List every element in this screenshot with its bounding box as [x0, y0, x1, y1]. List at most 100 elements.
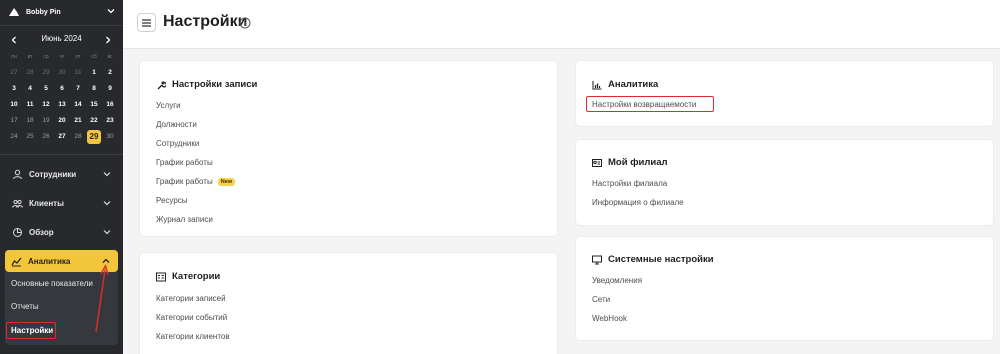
calendar-day[interactable]: 22	[87, 115, 101, 127]
brand-name: Bobby Pin	[26, 8, 61, 16]
brand-logo-icon	[9, 8, 19, 16]
people-icon	[12, 199, 23, 208]
calendar-day[interactable]: 21	[71, 115, 85, 127]
link-employees[interactable]: Сотрудники	[156, 139, 199, 148]
card-categories: Категории Категории записей Категории со…	[139, 252, 558, 354]
submenu-item-reports[interactable]: Отчеты	[11, 302, 39, 311]
calendar-day[interactable]: 25	[23, 131, 37, 143]
calendar-day[interactable]: 15	[87, 99, 101, 111]
card-my-branch: Мой филиал Настройки филиала Информация …	[575, 139, 994, 226]
sidebar-item-label: Сотрудники	[29, 169, 77, 179]
calendar-day[interactable]: 11	[23, 99, 37, 111]
calendar-day[interactable]: 4	[23, 83, 37, 95]
calendar-day[interactable]: 20	[55, 115, 69, 127]
calendar-day[interactable]: 30	[55, 67, 69, 79]
link-notifications[interactable]: Уведомления	[592, 276, 642, 285]
calendar-day[interactable]: 26	[39, 131, 53, 143]
calendar-day[interactable]: 24	[7, 131, 21, 143]
top-header: Настройки	[123, 0, 1000, 49]
info-icon[interactable]	[239, 17, 251, 29]
chevron-left-icon[interactable]	[10, 36, 18, 44]
calendar-day[interactable]: 10	[7, 99, 21, 111]
card-title-text: Системные настройки	[608, 254, 714, 265]
link-booking-journal[interactable]: Журнал записи	[156, 215, 213, 224]
card-title: Мой филиал	[592, 157, 668, 168]
calendar-day[interactable]: 3	[7, 83, 21, 95]
menu-toggle-button[interactable]	[137, 13, 156, 32]
link-work-schedule-new[interactable]: График работы New	[156, 177, 236, 186]
calendar-day[interactable]: 28	[71, 131, 85, 143]
page-title: Настройки	[163, 13, 248, 30]
link-resources[interactable]: Ресурсы	[156, 196, 188, 205]
link-event-categories[interactable]: Категории событий	[156, 313, 227, 322]
card-title-text: Мой филиал	[608, 157, 668, 168]
sidebar-item-employees[interactable]: Сотрудники	[0, 164, 123, 184]
calendar-day[interactable]: 29	[39, 67, 53, 79]
calendar-weekday: вс	[107, 54, 113, 60]
sidebar-item-label: Клиенты	[29, 198, 64, 208]
sidebar-item-label: Аналитика	[28, 256, 71, 266]
brand-switcher[interactable]: Bobby Pin	[0, 0, 123, 24]
calendar-day[interactable]: 6	[55, 83, 69, 95]
sidebar-item-overview[interactable]: Обзор	[0, 222, 123, 242]
card-title-text: Настройки записи	[172, 79, 258, 90]
calendar-day[interactable]: 18	[23, 115, 37, 127]
calendar-day[interactable]: 31	[71, 67, 85, 79]
hamburger-icon	[142, 18, 151, 27]
chevron-down-icon	[103, 230, 111, 235]
link-text: График работы	[156, 177, 213, 186]
chevron-down-icon[interactable]	[107, 7, 115, 15]
calendar-day[interactable]: 1	[87, 67, 101, 79]
divider	[0, 154, 123, 155]
chevron-down-icon	[103, 172, 111, 177]
calendar-day[interactable]: 19	[39, 115, 53, 127]
wrench-icon	[157, 80, 166, 89]
calendar-day[interactable]: 9	[103, 83, 117, 95]
chevron-right-icon[interactable]	[104, 36, 112, 44]
bar-chart-icon	[592, 80, 602, 89]
calendar-weekday: чт	[59, 54, 65, 60]
calendar-day[interactable]: 16	[103, 99, 117, 111]
link-services[interactable]: Услуги	[156, 101, 181, 110]
calendar-day[interactable]: 27	[7, 67, 21, 79]
calendar-day[interactable]: 12	[39, 99, 53, 111]
calendar-day[interactable]: 14	[71, 99, 85, 111]
calendar-weekday: вт	[27, 54, 33, 60]
link-work-schedule[interactable]: График работы	[156, 158, 213, 167]
card-title-text: Аналитика	[608, 79, 659, 90]
submenu-item-main-metrics[interactable]: Основные показатели	[11, 279, 93, 288]
sidebar-item-clients[interactable]: Клиенты	[0, 193, 123, 213]
link-networks[interactable]: Сети	[592, 295, 610, 304]
calendar-header: Июнь 2024	[0, 33, 123, 47]
calendar-weekday: пт	[75, 54, 81, 60]
link-client-categories[interactable]: Категории клиентов	[156, 332, 230, 341]
link-webhook[interactable]: WebHook	[592, 314, 627, 323]
card-title: Настройки записи	[156, 79, 257, 90]
calendar-day[interactable]: 13	[55, 99, 69, 111]
sidebar: Bobby Pin Июнь 2024 пн вт ср чт пт сб вс 27 28 29…	[0, 0, 123, 354]
card-title: Аналитика	[592, 79, 658, 90]
calendar-day[interactable]: 23	[103, 115, 117, 127]
calendar-day[interactable]: 28	[23, 67, 37, 79]
divider	[0, 25, 123, 26]
calendar-day-today[interactable]: 29	[87, 130, 101, 144]
calendar-day[interactable]: 5	[39, 83, 53, 95]
link-positions[interactable]: Должности	[156, 120, 197, 129]
pie-chart-icon	[13, 227, 22, 237]
calendar-day[interactable]: 8	[87, 83, 101, 95]
calendar-day[interactable]: 27	[55, 131, 69, 143]
link-branch-settings[interactable]: Настройки филиала	[592, 179, 667, 188]
calendar-day[interactable]: 2	[103, 67, 117, 79]
calendar-day[interactable]: 7	[71, 83, 85, 95]
calendar-month: Июнь 2024	[41, 34, 82, 43]
calendar-day[interactable]: 30	[103, 131, 117, 143]
calendar-weekday: сб	[91, 54, 97, 60]
link-branch-info[interactable]: Информация о филиале	[592, 198, 684, 207]
calendar-weekday: ср	[43, 54, 49, 60]
red-arrow-annotation	[95, 264, 109, 333]
link-booking-categories[interactable]: Категории записей	[156, 294, 226, 303]
calendar-weekday: пн	[11, 54, 17, 60]
calendar-day[interactable]: 17	[7, 115, 21, 127]
sidebar-item-label: Обзор	[29, 227, 54, 237]
category-icon	[156, 272, 166, 281]
